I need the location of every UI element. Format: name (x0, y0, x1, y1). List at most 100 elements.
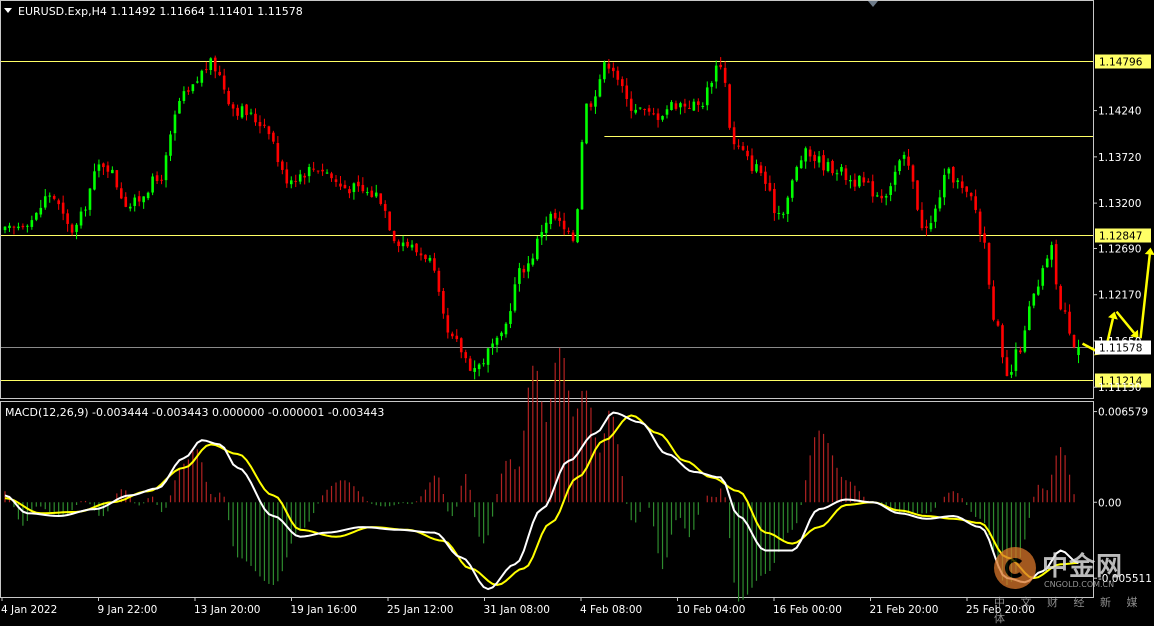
candle (213, 55, 217, 79)
candle-body (714, 65, 718, 82)
candle-body (173, 114, 177, 134)
candle (316, 170, 320, 174)
candle-body (965, 186, 969, 192)
candle (710, 81, 714, 94)
candle-body (1041, 268, 1045, 286)
candle (898, 159, 901, 175)
candle-body (48, 195, 52, 197)
time-tick-label: 16 Feb 00:00 (773, 604, 842, 616)
candle (625, 78, 629, 107)
candle (102, 162, 105, 175)
candle (880, 189, 884, 203)
candle-body (741, 146, 745, 150)
candle (30, 215, 34, 230)
candle-body (875, 195, 879, 197)
candle (862, 171, 866, 187)
candle-body (410, 244, 414, 248)
time-tick-label: 9 Jan 22:00 (98, 604, 158, 616)
candle (603, 60, 606, 83)
candle (424, 254, 427, 263)
candle (17, 222, 20, 231)
candle-body (616, 70, 620, 80)
candle-body (397, 241, 400, 247)
candle (558, 211, 561, 227)
candle-body (361, 184, 365, 192)
price-tick-label: 1.14240 (1098, 106, 1141, 118)
projection-arrow (1139, 247, 1154, 339)
candle (88, 187, 92, 216)
candle-body (531, 258, 535, 265)
candle-body (289, 180, 293, 185)
candle-body (79, 211, 83, 226)
candle (477, 362, 481, 377)
candle-body (544, 222, 548, 233)
candle-body (12, 226, 16, 228)
candle-body (321, 169, 324, 172)
candle-body (1001, 325, 1004, 358)
candle (258, 115, 262, 134)
candle (1001, 323, 1004, 364)
candle-body (245, 104, 248, 116)
candle (907, 149, 910, 170)
price-tick-label: 1.12690 (1098, 243, 1141, 255)
candle (826, 158, 830, 173)
price-panel-frame (0, 0, 1094, 399)
candle (218, 65, 222, 77)
macd-tick-label: 0.006579 (1098, 407, 1148, 419)
watermark-tagline: 中 文 财 经 新 媒 体 (994, 596, 1144, 625)
candle (169, 130, 172, 162)
candle (298, 169, 302, 185)
symbol-menu-triangle-icon[interactable] (4, 8, 12, 13)
time-tick-label: 25 Jan 12:00 (387, 604, 453, 616)
candle-body (1050, 245, 1053, 260)
candle-body (258, 122, 262, 127)
candle (383, 200, 387, 219)
level-badge: 1.14796 (1095, 54, 1151, 69)
candle (951, 166, 955, 189)
candle (1068, 304, 1071, 336)
candle (182, 86, 186, 104)
candle-body (719, 64, 722, 68)
candle (902, 151, 906, 166)
candle-body (804, 148, 807, 162)
candle-body (898, 160, 901, 172)
candle (844, 164, 848, 185)
candle (455, 329, 459, 342)
candle-body (339, 183, 342, 187)
candle-body (312, 168, 315, 170)
candle (638, 107, 642, 110)
candle-body (8, 225, 11, 229)
candle-body (652, 113, 655, 115)
candle (719, 57, 722, 70)
candle (920, 202, 924, 231)
candle-body (674, 103, 678, 109)
candle-body (540, 232, 544, 238)
chart-canvas[interactable]: 1.147961.128471.11214 1.142401.137201.13… (0, 0, 1154, 619)
candle-body (987, 243, 991, 285)
candle (325, 169, 329, 175)
trading-chart[interactable]: 1.14796 1.12847 1.11214 1.14240 1.13720 1.13… (0, 0, 1154, 625)
candle-body (473, 368, 476, 372)
candle-body (620, 79, 624, 87)
candle-body (227, 90, 230, 105)
candle-body (934, 208, 937, 222)
candle-body (379, 193, 383, 204)
scroll-marker-icon[interactable] (868, 1, 878, 7)
candle (831, 159, 834, 176)
candle (947, 167, 951, 180)
candle-body (352, 183, 356, 193)
candle-body (1072, 334, 1076, 348)
candle (697, 98, 700, 112)
candle-body (437, 270, 441, 292)
candle-body (1059, 286, 1062, 310)
projection-arrow-shaft (1139, 254, 1152, 339)
candle (79, 207, 83, 229)
candle (701, 102, 705, 110)
candle (3, 226, 7, 234)
level-badge-label: 1.14796 (1099, 57, 1143, 69)
candle-body (638, 107, 642, 109)
candle (683, 98, 687, 114)
candle (486, 347, 490, 373)
candle-body (468, 358, 472, 371)
candle-body (562, 220, 566, 230)
